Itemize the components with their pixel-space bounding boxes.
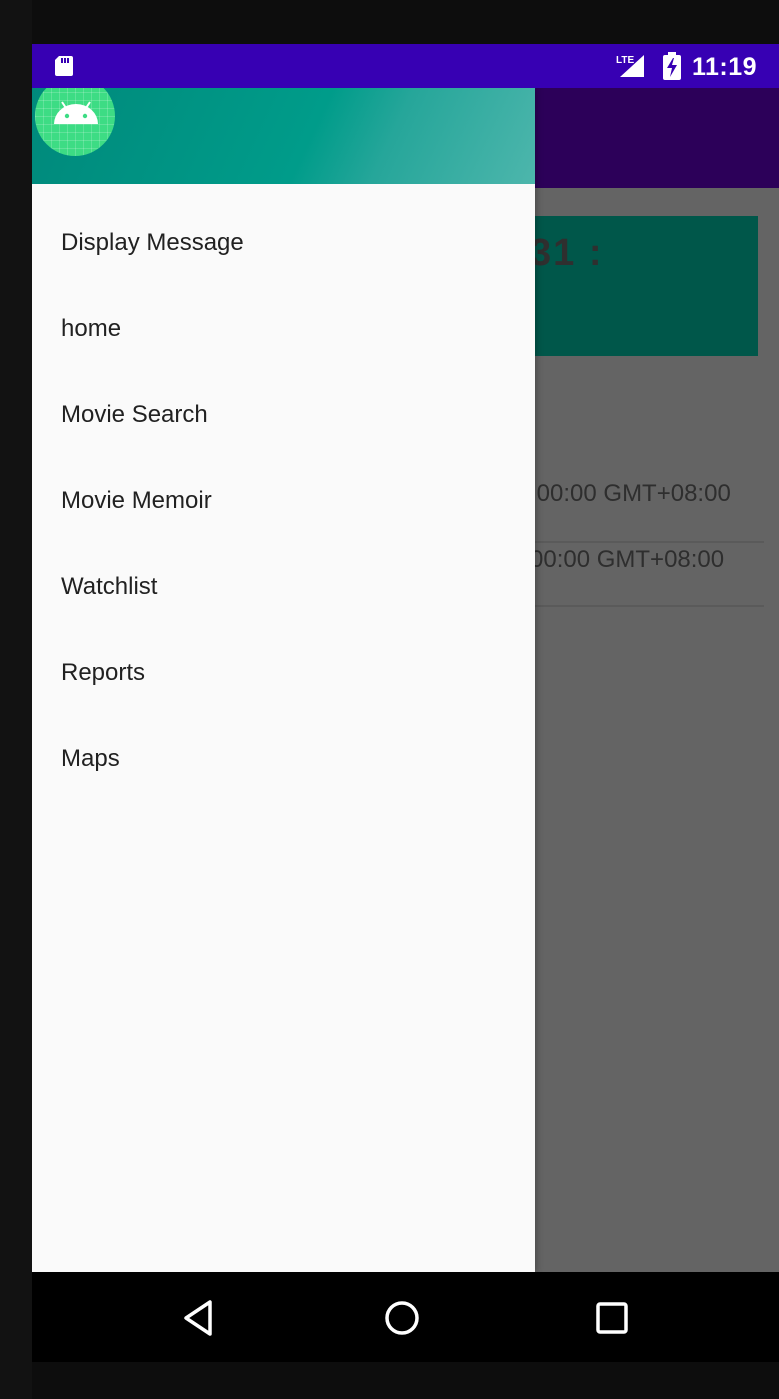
navigation-drawer: Display Message home Movie Search Movie … (32, 88, 535, 1272)
menu-item-watchlist[interactable]: Watchlist (32, 544, 535, 630)
drawer-header (32, 88, 535, 184)
list-divider (530, 605, 764, 607)
device-bezel (0, 0, 32, 1399)
battery-charging-icon (662, 52, 682, 80)
home-icon[interactable] (380, 1296, 424, 1340)
list-divider (530, 541, 764, 543)
menu-item-display-message[interactable]: Display Message (32, 200, 535, 286)
status-bar: LTE 11:19 (32, 44, 779, 88)
status-clock: 11:19 (692, 53, 758, 81)
menu-item-maps[interactable]: Maps (32, 716, 535, 802)
sd-card-icon (53, 55, 75, 77)
drawer-menu: Display Message home Movie Search Movie … (32, 200, 535, 802)
svg-text:LTE: LTE (616, 55, 634, 66)
menu-item-movie-memoir[interactable]: Movie Memoir (32, 458, 535, 544)
back-icon[interactable] (178, 1296, 222, 1340)
card-title: 31 : (530, 232, 604, 274)
list-row-text: 00:00 GMT+08:00 (530, 546, 725, 573)
list-row-text: :00:00 GMT+08:00 (530, 480, 731, 507)
menu-item-movie-search[interactable]: Movie Search (32, 372, 535, 458)
phone-screen: LTE 11:19 31 : :00:00 GMT+08:00 00:00 GM… (32, 44, 779, 1272)
system-nav-bar (32, 1272, 779, 1362)
menu-item-home[interactable]: home (32, 286, 535, 372)
menu-item-reports[interactable]: Reports (32, 630, 535, 716)
lte-signal-icon: LTE (616, 53, 646, 79)
recents-icon[interactable] (590, 1296, 634, 1340)
android-icon (35, 88, 115, 156)
